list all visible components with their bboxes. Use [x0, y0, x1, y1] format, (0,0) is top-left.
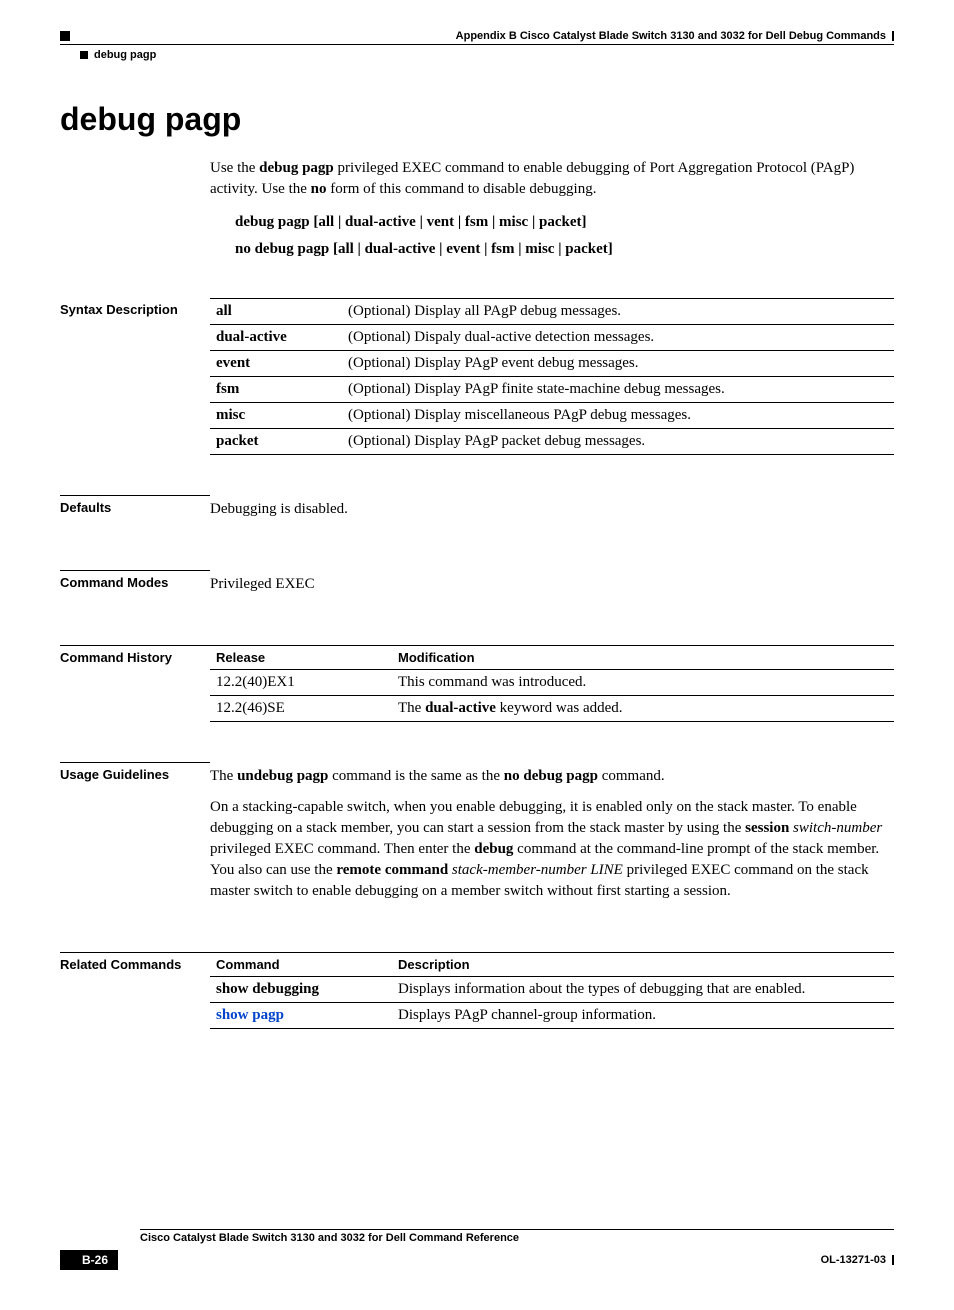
- section-label: Related Commands: [60, 952, 210, 972]
- show-pagp-link[interactable]: show pagp: [216, 1007, 284, 1023]
- intro-paragraph: Use the debug pagp privileged EXEC comma…: [210, 158, 894, 200]
- section-label: Defaults: [60, 495, 210, 515]
- page-title: debug pagp: [60, 101, 894, 138]
- page-header: Appendix B Cisco Catalyst Blade Switch 3…: [60, 30, 894, 45]
- usage-guidelines-section: Usage Guidelines The undebug pagp comman…: [60, 762, 894, 912]
- section-label: Command Modes: [60, 570, 210, 590]
- related-commands-section: Related Commands CommandDescription show…: [60, 952, 894, 1029]
- syntax-line-2: no debug pagp [all | dual-active | event…: [235, 241, 894, 258]
- syntax-table: all(Optional) Display all PAgP debug mes…: [210, 298, 894, 455]
- section-header: debug pagp: [60, 49, 894, 61]
- section-label: Syntax Description: [60, 298, 210, 317]
- section-label: Command History: [60, 645, 210, 665]
- syntax-line-1: debug pagp [all | dual-active | vent | f…: [235, 214, 894, 231]
- page-footer: Cisco Catalyst Blade Switch 3130 and 303…: [60, 1229, 894, 1270]
- related-table: CommandDescription show debuggingDisplay…: [210, 952, 894, 1029]
- defaults-section: Defaults Debugging is disabled.: [60, 495, 894, 530]
- command-history-section: Command History ReleaseModification 12.2…: [60, 645, 894, 722]
- history-table: ReleaseModification 12.2(40)EX1This comm…: [210, 645, 894, 722]
- doc-id: OL-13271-03: [821, 1254, 886, 1266]
- section-name: debug pagp: [94, 49, 156, 61]
- section-label: Usage Guidelines: [60, 762, 210, 782]
- command-modes-section: Command Modes Privileged EXEC: [60, 570, 894, 605]
- page-number: B-26: [72, 1250, 118, 1270]
- appendix-title: Appendix B Cisco Catalyst Blade Switch 3…: [456, 30, 886, 42]
- syntax-description-section: Syntax Description all(Optional) Display…: [60, 298, 894, 455]
- footer-title: Cisco Catalyst Blade Switch 3130 and 303…: [140, 1229, 894, 1244]
